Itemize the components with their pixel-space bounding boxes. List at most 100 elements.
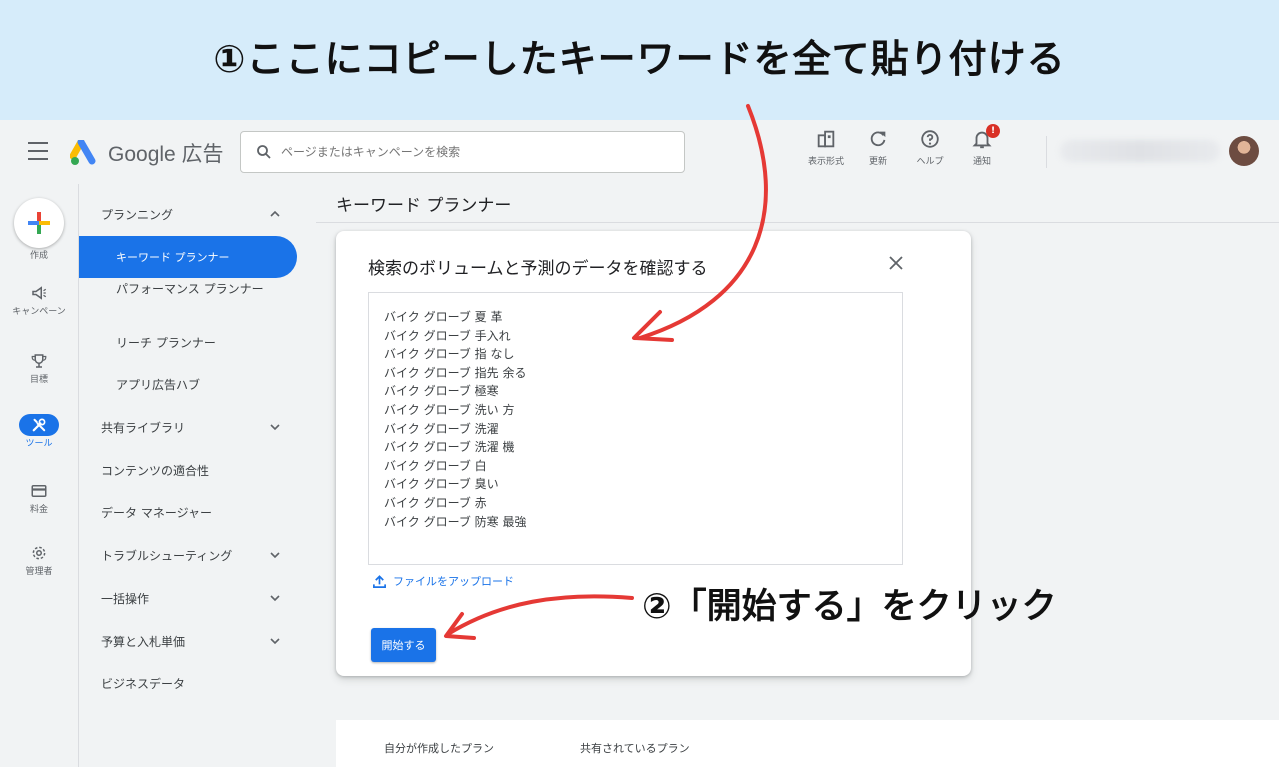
search-box[interactable] (240, 131, 685, 173)
chevron-up-icon (270, 210, 280, 217)
sidebar-item-label: トラブルシューティング (101, 548, 233, 563)
refresh-label: 更新 (868, 157, 887, 167)
create-label: 作成 (29, 251, 48, 261)
sidebar-item-label: ビジネスデータ (101, 676, 186, 691)
sidebar-item-budgets-bidding[interactable]: 予算と入札単価 (79, 631, 297, 651)
sidebar-item-label: 共有ライブラリ (101, 420, 186, 435)
rail-item-admin[interactable]: 管理者 (0, 542, 78, 578)
sidebar-item-data-manager[interactable]: データ マネージャー (79, 502, 297, 522)
keyword-line: バイク グローブ 指 なし (384, 347, 515, 362)
keyword-line: バイク グローブ 夏 革 (384, 310, 503, 324)
chevron-down-icon (270, 638, 280, 645)
sidebar-item-troubleshooting[interactable]: トラブルシューティング (79, 545, 297, 565)
rail-item-campaigns[interactable]: キャンペーン (0, 282, 78, 318)
notifications-label: 通知 (972, 157, 991, 167)
sidebar-item-label: キーワード プランナー (116, 251, 230, 264)
rail-item-goals[interactable]: 目標 (0, 350, 78, 386)
sidebar-item-bulk-actions[interactable]: 一括操作 (79, 588, 297, 608)
upload-file-link[interactable]: ファイルをアップロード (372, 573, 514, 589)
rail-item-billing[interactable]: 料金 (0, 480, 78, 516)
plans-panel: 自分が作成したプラン 共有されているプラン (336, 720, 1279, 767)
start-button[interactable]: 開始する (371, 628, 436, 662)
logo-text: Google 広告 (108, 143, 224, 166)
sidebar-item-content-suitability[interactable]: コンテンツの適合性 (79, 460, 297, 480)
trophy-icon (31, 354, 47, 368)
close-button[interactable] (884, 251, 908, 275)
sidebar-item-label: リーチ プランナー (116, 335, 216, 350)
help-label: ヘルプ (916, 157, 944, 167)
chevron-down-icon (270, 595, 280, 602)
plus-icon (28, 212, 50, 234)
account-info-blurred[interactable] (1060, 140, 1220, 162)
title-divider (316, 222, 1279, 223)
sidebar-item-performance-planner[interactable]: パフォーマンス プランナー (79, 280, 297, 316)
sidebar-item-planning[interactable]: プランニング (79, 204, 297, 224)
sidebar-item-business-data[interactable]: ビジネスデータ (79, 673, 297, 693)
page-title: キーワード プランナー (336, 196, 512, 216)
credit-card-icon (31, 485, 47, 497)
chevron-down-icon (270, 424, 280, 431)
keyword-line: バイク グローブ 赤 (384, 495, 487, 510)
sidebar-item-label: パフォーマンス プランナー (116, 282, 264, 296)
chevron-down-icon (270, 552, 280, 559)
search-input[interactable] (281, 145, 661, 159)
top-app-bar: Google 広告 表示形式 更新 ヘルプ ! 通知 (0, 120, 1279, 184)
keyword-line: バイク グローブ 白 (384, 458, 487, 473)
header-divider (1046, 136, 1047, 168)
keyword-line: バイク グローブ 指先 余る (384, 365, 527, 380)
sidebar-item-label: アプリ広告ハブ (116, 377, 201, 392)
admin-label: 管理者 (25, 567, 53, 577)
left-rail: 作成 キャンペーン 目標 ツール 料金 管理者 (0, 184, 78, 767)
sidebar-item-label: プランニング (101, 207, 174, 222)
display-format-icon (817, 130, 835, 148)
refresh-icon (870, 131, 886, 147)
notifications-button[interactable]: ! 通知 (956, 124, 1008, 167)
rail-icon-wrap (19, 350, 59, 372)
close-icon (889, 256, 903, 270)
sidebar-item-label: データ マネージャー (101, 505, 212, 520)
goals-label: 目標 (29, 375, 48, 385)
sidebar-item-label: 一括操作 (101, 591, 150, 606)
refresh-button[interactable]: 更新 (852, 128, 904, 167)
keyword-line: バイク グローブ 臭い (384, 477, 499, 492)
google-ads-logo-icon (70, 140, 96, 165)
keyword-line: バイク グローブ 洗濯 (384, 421, 499, 436)
instruction-step-1: ①ここにコピーしたキーワードを全て貼り付ける (213, 36, 1066, 81)
tab-shared-plans[interactable]: 共有されているプラン (580, 740, 690, 756)
rail-icon-wrap (19, 542, 59, 564)
rail-item-tools[interactable]: ツール (0, 414, 78, 450)
instruction-banner: ①ここにコピーしたキーワードを全て貼り付ける (0, 0, 1279, 120)
google-ads-logo[interactable]: Google 広告 (70, 138, 224, 168)
keyword-line: バイク グローブ 極寒 (384, 384, 499, 399)
display-format-label: 表示形式 (807, 157, 844, 167)
avatar[interactable] (1229, 136, 1259, 166)
keyword-line: バイク グローブ 洗濯 機 (384, 440, 515, 455)
sidebar-item-shared-library[interactable]: 共有ライブラリ (79, 417, 297, 437)
keyword-line: バイク グローブ 防寒 最強 (384, 514, 527, 529)
rail-icon-wrap (19, 480, 59, 502)
notification-badge: ! (986, 124, 1000, 138)
help-icon (921, 130, 939, 148)
tools-icon (32, 418, 46, 432)
gear-icon (32, 546, 46, 560)
search-icon (257, 145, 271, 159)
rail-icon-wrap (19, 282, 59, 304)
upload-label: ファイルをアップロード (393, 575, 514, 588)
sidebar-item-app-ads-hub[interactable]: アプリ広告ハブ (79, 374, 297, 394)
keyword-line: バイク グローブ 手入れ (384, 328, 511, 343)
campaigns-label: キャンペーン (12, 307, 66, 317)
tab-my-plans[interactable]: 自分が作成したプラン (384, 740, 494, 756)
hamburger-menu-icon[interactable] (28, 142, 48, 160)
sidebar-item-keyword-planner[interactable]: キーワード プランナー (79, 236, 297, 278)
instruction-step-2: ②「開始する」をクリック (642, 587, 1057, 627)
rail-icon-wrap (19, 414, 59, 436)
help-button[interactable]: ヘルプ (904, 128, 956, 167)
tools-label: ツール (25, 439, 53, 449)
billing-label: 料金 (29, 505, 48, 515)
sidebar-nav: プランニング キーワード プランナー パフォーマンス プランナー リーチ プラン… (78, 184, 303, 767)
keyword-line: バイク グローブ 洗い 方 (384, 402, 515, 417)
keyword-textarea[interactable]: バイク グローブ 夏 革 バイク グローブ 手入れ バイク グローブ 指 なし … (368, 292, 903, 565)
display-format-button[interactable]: 表示形式 (800, 128, 852, 167)
create-button[interactable] (14, 198, 64, 248)
sidebar-item-reach-planner[interactable]: リーチ プランナー (79, 332, 297, 352)
